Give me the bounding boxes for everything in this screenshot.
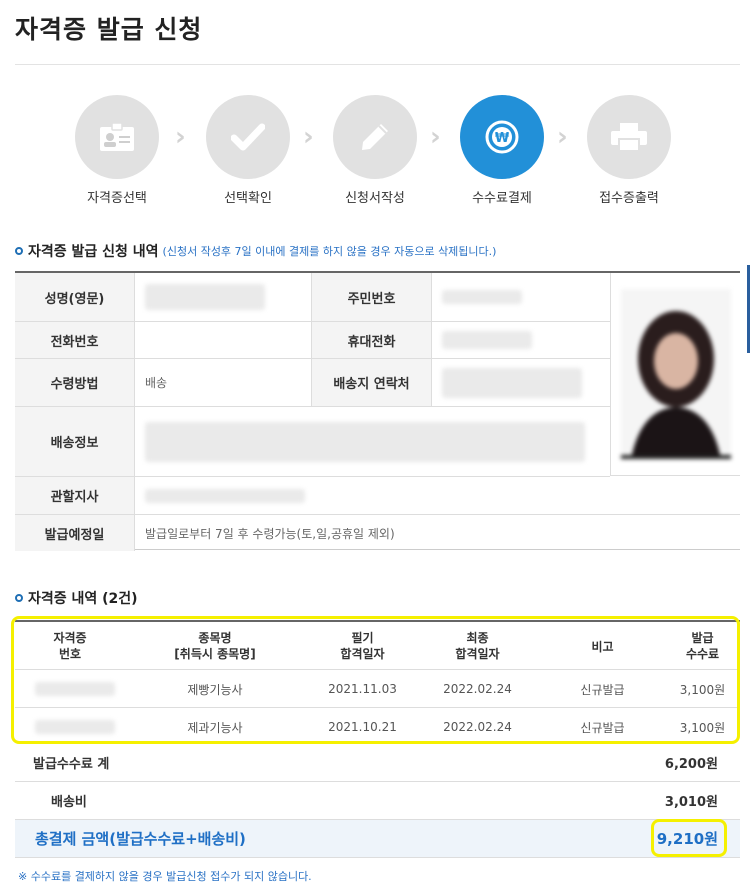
value-delivery-contact (432, 359, 610, 407)
section-title: 자격증 발급 신청 내역 (28, 244, 159, 260)
id-card-icon (75, 95, 159, 179)
value-receive-method: 배송 (135, 359, 312, 407)
check-icon (206, 95, 290, 179)
certificates-section-heading: 자격증 내역 (2건) (15, 588, 138, 608)
value-delivery-info (135, 407, 610, 477)
footnote: ※ 수수료를 결제하지 않을 경우 발급신청 접수가 되지 않습니다. (18, 870, 312, 883)
fee-total-row: 발급수수료 계 6,200원 (15, 744, 740, 782)
step-label: 신청서작성 (345, 191, 405, 206)
shipping-value: 3,010원 (664, 795, 718, 810)
step-label: 자격증선택 (87, 191, 147, 206)
chevron-right-icon: › (430, 122, 441, 152)
won-icon: ₩ (460, 95, 544, 179)
grand-total-row: 총결제 금액(발급수수료+배송비) 9,210원 (15, 820, 740, 858)
fee-total-label: 발급수수료 계 (33, 757, 110, 772)
pencil-icon (333, 95, 417, 179)
value-branch (135, 477, 740, 515)
step-label: 접수증출력 (599, 191, 659, 206)
label-name: 성명(영문) (15, 273, 135, 322)
step-confirm: 선택확인 (206, 95, 290, 206)
svg-text:₩: ₩ (495, 131, 510, 146)
value-name (135, 273, 312, 322)
bullet-icon (15, 247, 23, 255)
total-highlight-box (651, 819, 727, 857)
fee-total-value: 6,200원 (664, 757, 718, 772)
application-section-heading: 자격증 발급 신청 내역 (신청서 작성후 7일 이내에 결제를 하지 않을 경… (15, 241, 496, 261)
step-label: 선택확인 (224, 191, 272, 206)
applicant-photo (610, 273, 740, 476)
section-note: (신청서 작성후 7일 이내에 결제를 하지 않을 경우 자동으로 삭제됩니다.… (162, 245, 497, 258)
step-payment: ₩ 수수료결제 (460, 95, 544, 206)
label-mobile: 휴대전화 (312, 322, 432, 359)
shipping-label: 배송비 (51, 795, 87, 810)
value-issue-date: 발급일로부터 7일 후 수령가능(토,일,공휴일 제외) (145, 526, 395, 541)
label-delivery-info: 배송정보 (15, 407, 135, 477)
application-info-table: 성명(영문) 주민번호 전화번호 휴대전화 수령방법 배송 배송지 연락처 배송… (15, 271, 740, 551)
step-select: 자격증선택 (75, 95, 159, 206)
issue-application-page: 자격증 발급 신청 자격증선택 › 선택확인 › 신청서작성 › ₩ 수수료결제… (0, 0, 750, 892)
chevron-right-icon: › (557, 122, 568, 152)
printer-icon (587, 95, 671, 179)
bullet-icon (15, 594, 23, 602)
label-receive-method: 수령방법 (15, 359, 135, 407)
chevron-right-icon: › (175, 122, 186, 152)
label-delivery-contact: 배송지 연락처 (312, 359, 432, 407)
shipping-row: 배송비 3,010원 (15, 782, 740, 820)
page-title: 자격증 발급 신청 (15, 15, 203, 44)
step-write: 신청서작성 (333, 95, 417, 206)
label-phone: 전화번호 (15, 322, 135, 359)
step-label: 수수료결제 (472, 191, 532, 206)
grand-total-label: 총결제 금액(발급수수료+배송비) (35, 830, 246, 848)
label-branch: 관할지사 (15, 477, 135, 515)
step-receipt: 접수증출력 (587, 95, 671, 206)
value-mobile (432, 322, 610, 359)
section-title: 자격증 내역 (2건) (28, 591, 138, 607)
value-phone (135, 322, 312, 359)
label-resident-no: 주민번호 (312, 273, 432, 322)
value-resident-no (432, 273, 610, 322)
title-divider (15, 64, 740, 65)
highlight-box (11, 616, 740, 744)
label-issue-date: 발급예정일 (15, 515, 135, 551)
chevron-right-icon: › (303, 122, 314, 152)
